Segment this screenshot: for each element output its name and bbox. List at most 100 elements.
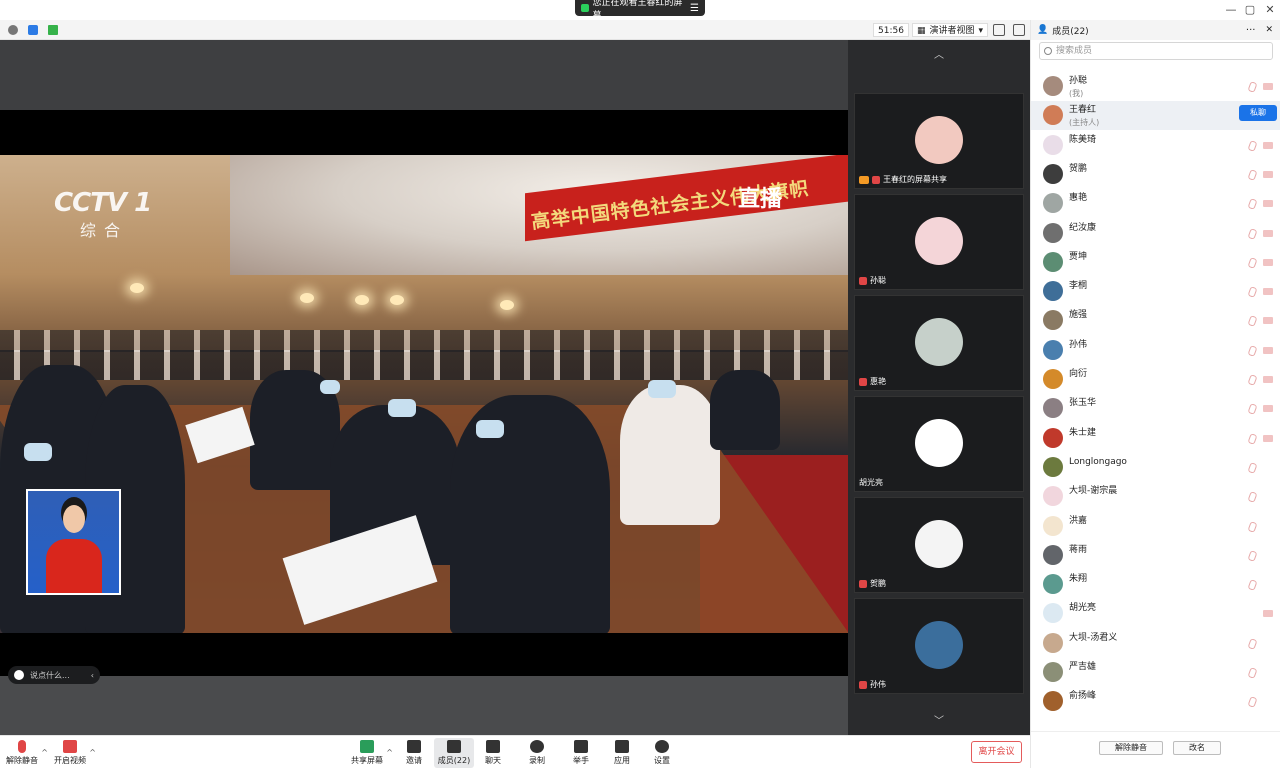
mic-muted-icon[interactable] xyxy=(1247,461,1258,474)
video-off-icon[interactable] xyxy=(1263,288,1273,296)
info-icon[interactable] xyxy=(8,25,18,35)
member-search-input[interactable]: 搜索成员 xyxy=(1039,42,1273,60)
member-name: 贾坤 xyxy=(1069,251,1088,262)
mic-muted-icon[interactable] xyxy=(1247,579,1258,591)
apps-button[interactable]: 应用 xyxy=(602,738,642,768)
start-video-button[interactable]: 开启视频 ^ xyxy=(50,738,96,768)
member-row[interactable]: Longlongago xyxy=(1031,453,1280,482)
mic-muted-icon[interactable] xyxy=(1247,667,1258,679)
raise-hand-button[interactable]: 举手 xyxy=(561,738,601,768)
mic-muted-icon[interactable] xyxy=(1247,81,1258,93)
video-tile[interactable]: 孙聪 xyxy=(854,194,1024,290)
video-off-icon[interactable] xyxy=(1263,434,1273,442)
video-off-icon[interactable] xyxy=(1263,200,1273,208)
rename-button[interactable]: 改名 xyxy=(1173,741,1221,755)
video-off-icon[interactable] xyxy=(1263,610,1273,618)
invite-button[interactable]: 邀请 xyxy=(394,738,434,768)
mic-muted-icon[interactable] xyxy=(1247,315,1258,328)
record-button[interactable]: 录制 xyxy=(517,738,557,768)
restore-icon[interactable]: ▢ xyxy=(1243,3,1257,17)
video-off-icon[interactable] xyxy=(1263,405,1273,413)
video-tile[interactable]: 孙伟 xyxy=(854,598,1024,694)
member-row[interactable]: 蒋雨 xyxy=(1031,541,1280,570)
mic-muted-icon[interactable] xyxy=(1247,549,1258,562)
member-row[interactable]: 贾坤 xyxy=(1031,248,1280,277)
toggle-panel-icon[interactable] xyxy=(1013,24,1025,36)
private-chat-button[interactable]: 私聊 xyxy=(1239,105,1277,122)
banner-menu-icon[interactable]: ☰ xyxy=(690,3,699,14)
video-tile[interactable]: 胡光亮 xyxy=(854,396,1024,492)
member-row[interactable]: 纪汝康 xyxy=(1031,219,1280,248)
member-row[interactable]: 施强 xyxy=(1031,306,1280,335)
video-off-icon[interactable] xyxy=(1263,346,1273,354)
fullscreen-icon[interactable] xyxy=(993,24,1005,36)
mic-muted-icon[interactable] xyxy=(1247,168,1258,181)
mic-muted-icon[interactable] xyxy=(1247,139,1258,152)
video-options-caret[interactable]: ^ xyxy=(89,748,96,757)
member-row[interactable]: 朱士建 xyxy=(1031,424,1280,453)
leave-meeting-button[interactable]: 离开会议 xyxy=(971,741,1022,763)
panel-close-icon[interactable]: ✕ xyxy=(1265,25,1273,35)
mic-muted-icon[interactable] xyxy=(1247,432,1258,445)
member-row[interactable]: 陈美琦 xyxy=(1031,131,1280,160)
member-row[interactable]: 孙聪 (我) xyxy=(1031,72,1280,101)
video-tile[interactable]: 惠艳 xyxy=(854,295,1024,391)
wall-lamp xyxy=(300,293,314,303)
scroll-up-icon[interactable]: ︿ xyxy=(934,46,944,61)
video-off-icon[interactable] xyxy=(1263,170,1273,178)
video-off-icon[interactable] xyxy=(1263,317,1273,325)
settings-button[interactable]: 设置 xyxy=(642,738,682,768)
mic-muted-icon[interactable] xyxy=(1247,198,1258,211)
signal-strength-icon[interactable] xyxy=(48,25,58,35)
member-row[interactable]: 洪嘉 xyxy=(1031,512,1280,541)
collapse-chat-icon[interactable]: ‹ xyxy=(91,671,94,680)
video-off-icon[interactable] xyxy=(1263,83,1273,90)
mic-muted-icon[interactable] xyxy=(1247,520,1258,533)
share-options-caret[interactable]: ^ xyxy=(386,748,393,757)
video-tile[interactable]: 贺鹏 xyxy=(854,497,1024,593)
mic-muted-icon[interactable] xyxy=(1247,491,1258,504)
share-viewing-banner[interactable]: 您正在观看王春红的屏幕 ☰ xyxy=(575,0,705,21)
minimize-icon[interactable]: — xyxy=(1224,3,1238,17)
chat-button[interactable]: 聊天 xyxy=(473,738,513,768)
video-off-icon[interactable] xyxy=(1263,229,1273,237)
security-shield-icon[interactable] xyxy=(28,25,38,35)
more-options-icon[interactable]: ··· xyxy=(1246,25,1256,36)
mic-muted-icon[interactable] xyxy=(1247,286,1258,298)
member-row[interactable]: 李桐 xyxy=(1031,277,1280,306)
mic-muted-icon[interactable] xyxy=(1247,256,1258,269)
mic-muted-icon[interactable] xyxy=(1247,227,1258,240)
mic-muted-icon[interactable] xyxy=(1247,344,1258,357)
member-row[interactable]: 俞扬峰 xyxy=(1031,687,1280,716)
unmute-all-button[interactable]: 解除静音 xyxy=(1099,741,1163,755)
member-row[interactable]: 王春红 (主持人) 私聊 xyxy=(1031,101,1280,131)
member-row[interactable]: 惠艳 xyxy=(1031,189,1280,218)
member-row[interactable]: 大坝-汤君义 xyxy=(1031,629,1280,658)
member-row[interactable]: 向衍 xyxy=(1031,365,1280,394)
mic-muted-icon[interactable] xyxy=(1247,403,1258,416)
member-row[interactable]: 大坝-谢宗晨 xyxy=(1031,482,1280,511)
video-tile[interactable]: 王春红的屏幕共享 xyxy=(854,93,1024,189)
view-mode-dropdown[interactable]: ▦ 演讲者视图 ▾ xyxy=(912,23,989,37)
chat-input-pill[interactable]: 说点什么... ‹ xyxy=(8,666,100,684)
member-row[interactable]: 严吉雄 xyxy=(1031,658,1280,687)
member-row[interactable]: 孙伟 xyxy=(1031,336,1280,365)
close-icon[interactable]: ✕ xyxy=(1263,3,1277,17)
scroll-down-icon[interactable]: ﹀ xyxy=(934,712,944,727)
video-off-icon[interactable] xyxy=(1263,258,1273,266)
mic-muted-icon[interactable] xyxy=(1247,696,1258,709)
member-row[interactable]: 胡光亮 xyxy=(1031,599,1280,628)
member-row[interactable]: 贺鹏 xyxy=(1031,160,1280,189)
signer-body xyxy=(46,539,102,593)
mic-muted-icon[interactable] xyxy=(1247,637,1258,650)
members-button[interactable]: 成员(22) xyxy=(434,738,474,768)
member-row[interactable]: 张玉华 xyxy=(1031,394,1280,423)
member-row[interactable]: 朱翔 xyxy=(1031,570,1280,599)
share-screen-button[interactable]: 共享屏幕 ^ xyxy=(347,738,393,768)
video-off-icon[interactable] xyxy=(1263,376,1273,383)
video-off-icon[interactable] xyxy=(1263,141,1273,149)
unmute-button[interactable]: 解除静音 ^ xyxy=(2,738,48,768)
audio-options-caret[interactable]: ^ xyxy=(41,748,48,757)
mic-muted-icon[interactable] xyxy=(1247,374,1258,386)
emoji-icon[interactable] xyxy=(14,670,24,680)
